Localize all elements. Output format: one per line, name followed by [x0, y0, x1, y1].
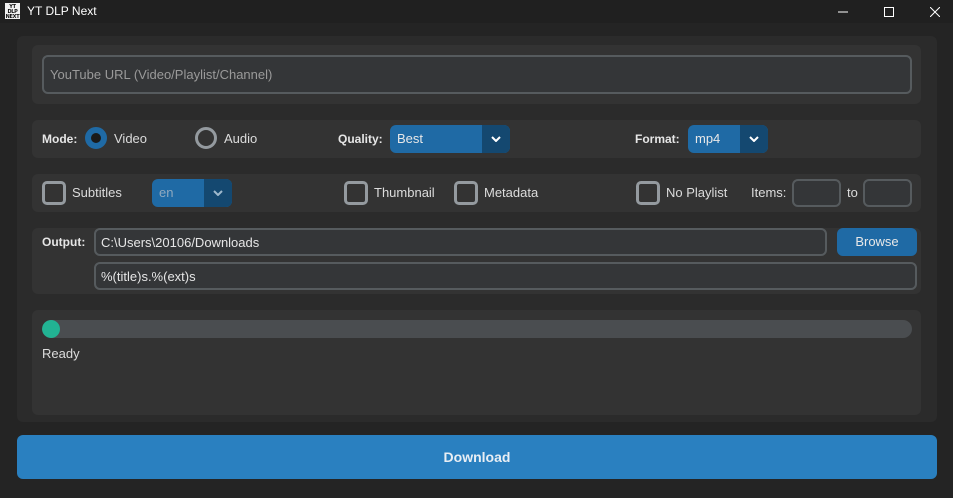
filename-template-input[interactable]	[94, 262, 917, 290]
url-input[interactable]	[42, 55, 912, 94]
items-label: Items:	[751, 185, 787, 200]
output-label: Output:	[42, 235, 86, 249]
window-title: YT DLP Next	[27, 4, 97, 18]
mode-video-label[interactable]: Video	[114, 131, 147, 146]
maximize-button[interactable]	[866, 0, 912, 23]
metadata-checkbox[interactable]	[454, 181, 478, 205]
thumbnail-checkbox[interactable]	[344, 181, 368, 205]
download-button[interactable]: Download	[17, 435, 937, 479]
subtitle-language-value: en	[159, 185, 174, 200]
maximize-icon	[884, 6, 894, 17]
mode-audio-label[interactable]: Audio	[224, 131, 257, 146]
minimize-button[interactable]	[820, 0, 866, 23]
title-bar: YT DLP NEXT YT DLP Next	[0, 0, 953, 23]
status-text: Ready	[42, 346, 80, 361]
quality-select[interactable]: Best	[390, 125, 510, 153]
close-icon	[930, 6, 940, 17]
mode-video-radio[interactable]	[85, 127, 107, 149]
mode-audio-radio[interactable]	[195, 127, 217, 149]
mode-label: Mode:	[42, 132, 78, 146]
format-value: mp4	[695, 131, 721, 146]
output-path-input[interactable]	[94, 228, 827, 256]
items-from-input[interactable]	[792, 179, 841, 207]
items-to-input[interactable]	[863, 179, 912, 207]
quality-value: Best	[397, 131, 424, 146]
app-logo-line: NEXT	[5, 14, 20, 20]
close-button[interactable]	[912, 0, 953, 23]
quality-label: Quality:	[338, 132, 383, 146]
progress-fill	[42, 320, 60, 338]
chevron-down-icon[interactable]	[740, 125, 768, 153]
format-select[interactable]: mp4	[688, 125, 768, 153]
thumbnail-label[interactable]: Thumbnail	[374, 185, 435, 200]
subtitles-label[interactable]: Subtitles	[72, 185, 122, 200]
metadata-label[interactable]: Metadata	[484, 185, 538, 200]
minimize-icon	[838, 11, 848, 12]
format-label: Format:	[635, 132, 680, 146]
no-playlist-label[interactable]: No Playlist	[666, 185, 727, 200]
chevron-down-icon[interactable]	[204, 179, 232, 207]
subtitles-checkbox[interactable]	[42, 181, 66, 205]
chevron-down-icon[interactable]	[482, 125, 510, 153]
browse-button[interactable]: Browse	[837, 228, 917, 256]
progress-bar	[42, 320, 912, 338]
app-logo: YT DLP NEXT	[5, 3, 20, 20]
items-to-label: to	[847, 185, 858, 200]
subtitle-language-select[interactable]: en	[152, 179, 232, 207]
no-playlist-checkbox[interactable]	[636, 181, 660, 205]
